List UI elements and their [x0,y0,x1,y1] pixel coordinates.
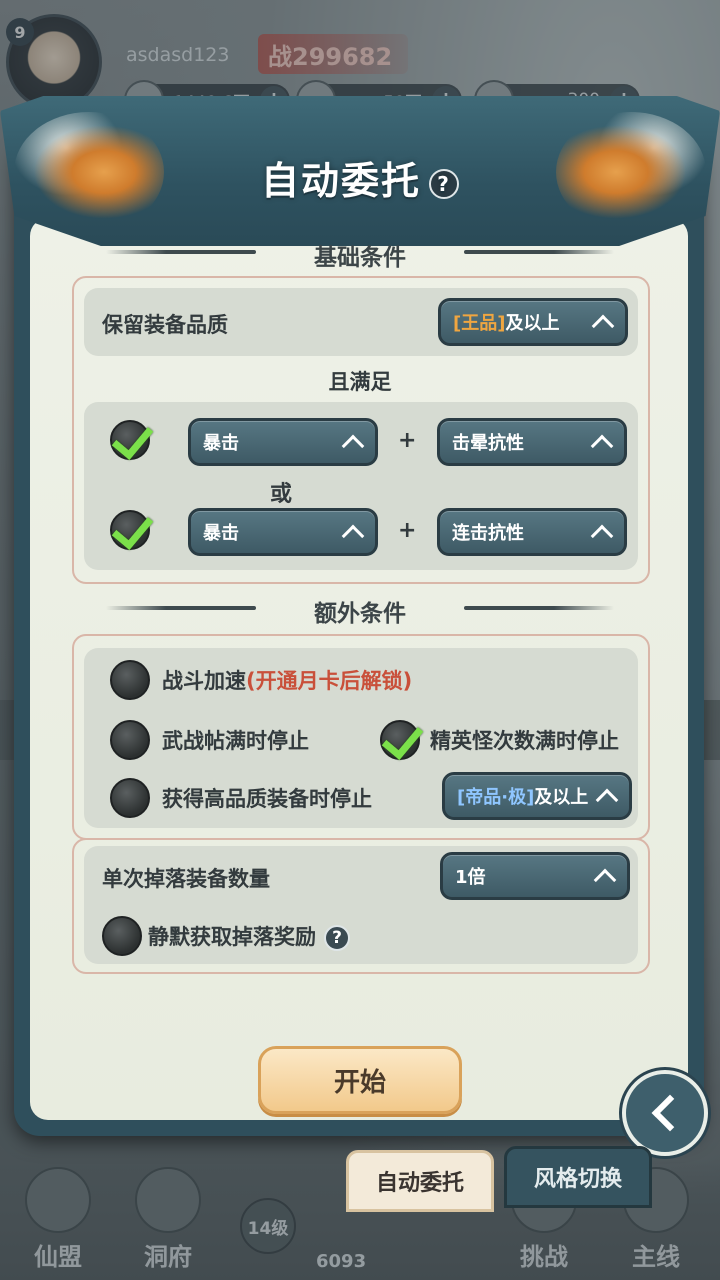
drop-count-dropdown[interactable]: 1倍 [440,852,630,900]
and-label: 且满足 [328,370,392,394]
drop-count-label: 单次掉落装备数量 [102,867,270,891]
battle-speed-text: 战斗加速 [162,669,246,693]
condition-1-attr1-dropdown[interactable]: 暴击 [188,418,378,466]
basic-section-title: 基础条件 [314,245,406,271]
condition-2-attr2-value: 连击抗性 [452,523,524,544]
battle-speed-checkbox[interactable] [110,660,150,700]
extra-section-title: 额外条件 [314,601,406,627]
condition-2-checkbox[interactable] [110,510,150,550]
condition-1-checkbox[interactable] [110,420,150,460]
silent-help-icon[interactable]: ? [324,925,350,951]
silent-reward-text: 静默获取掉落奖励 [148,925,316,949]
chevron-up-icon [590,524,614,548]
chevron-up-icon [341,434,365,458]
condition-2-attr1-dropdown[interactable]: 暴击 [188,508,378,556]
condition-1-attr1-value: 暴击 [203,433,239,454]
elite-stop-label: 精英怪次数满时停止 [430,729,619,753]
divider-right [464,606,614,610]
help-icon[interactable]: ? [429,168,459,199]
dialog-title-text: 自动委托 [260,159,421,203]
plus-icon: + [398,518,417,543]
battle-speed-lock-note: (开通月卡后解锁) [246,669,413,693]
chevron-up-icon [595,788,619,812]
condition-2-attr1-value: 暴击 [203,523,239,544]
high-quality-dropdown[interactable]: [帝品·极] 及以上 [442,772,632,820]
plus-icon: + [398,428,417,453]
divider-right [464,250,614,254]
back-arrow-icon [651,1094,689,1132]
high-quality-tag: [帝品·极] [457,787,535,808]
keep-quality-dropdown[interactable]: [王品] 及以上 [438,298,628,346]
silent-reward-label: 静默获取掉落奖励? [148,921,350,951]
condition-1-attr2-dropdown[interactable]: 击晕抗性 [437,418,627,466]
chevron-up-icon [590,434,614,458]
start-button[interactable]: 开始 [258,1046,462,1114]
tab-auto-commission[interactable]: 自动委托 [346,1150,494,1212]
high-quality-stop-label: 获得高品质装备时停止 [162,787,372,811]
silent-reward-checkbox[interactable] [102,916,142,956]
chevron-up-icon [591,314,615,338]
keep-quality-tag: [王品] [453,313,506,334]
condition-2-attr2-dropdown[interactable]: 连击抗性 [437,508,627,556]
tab-style-switch[interactable]: 风格切换 [504,1146,652,1208]
keep-quality-label: 保留装备品质 [102,313,228,337]
wuzhan-stop-label: 武战帖满时停止 [162,729,309,753]
chevron-up-icon [593,868,617,892]
keep-quality-suffix: 及以上 [505,313,560,334]
condition-1-attr2-value: 击晕抗性 [452,433,524,454]
chevron-up-icon [341,524,365,548]
high-quality-stop-checkbox[interactable] [110,778,150,818]
battle-speed-label: 战斗加速(开通月卡后解锁) [162,665,412,695]
elite-stop-checkbox[interactable] [380,720,420,760]
drop-count-value: 1倍 [455,867,486,888]
dialog-title: 自动委托? [0,150,720,205]
high-quality-suffix: 及以上 [534,787,589,808]
or-label: 或 [270,482,293,507]
back-button[interactable] [622,1070,708,1156]
wuzhan-stop-checkbox[interactable] [110,720,150,760]
